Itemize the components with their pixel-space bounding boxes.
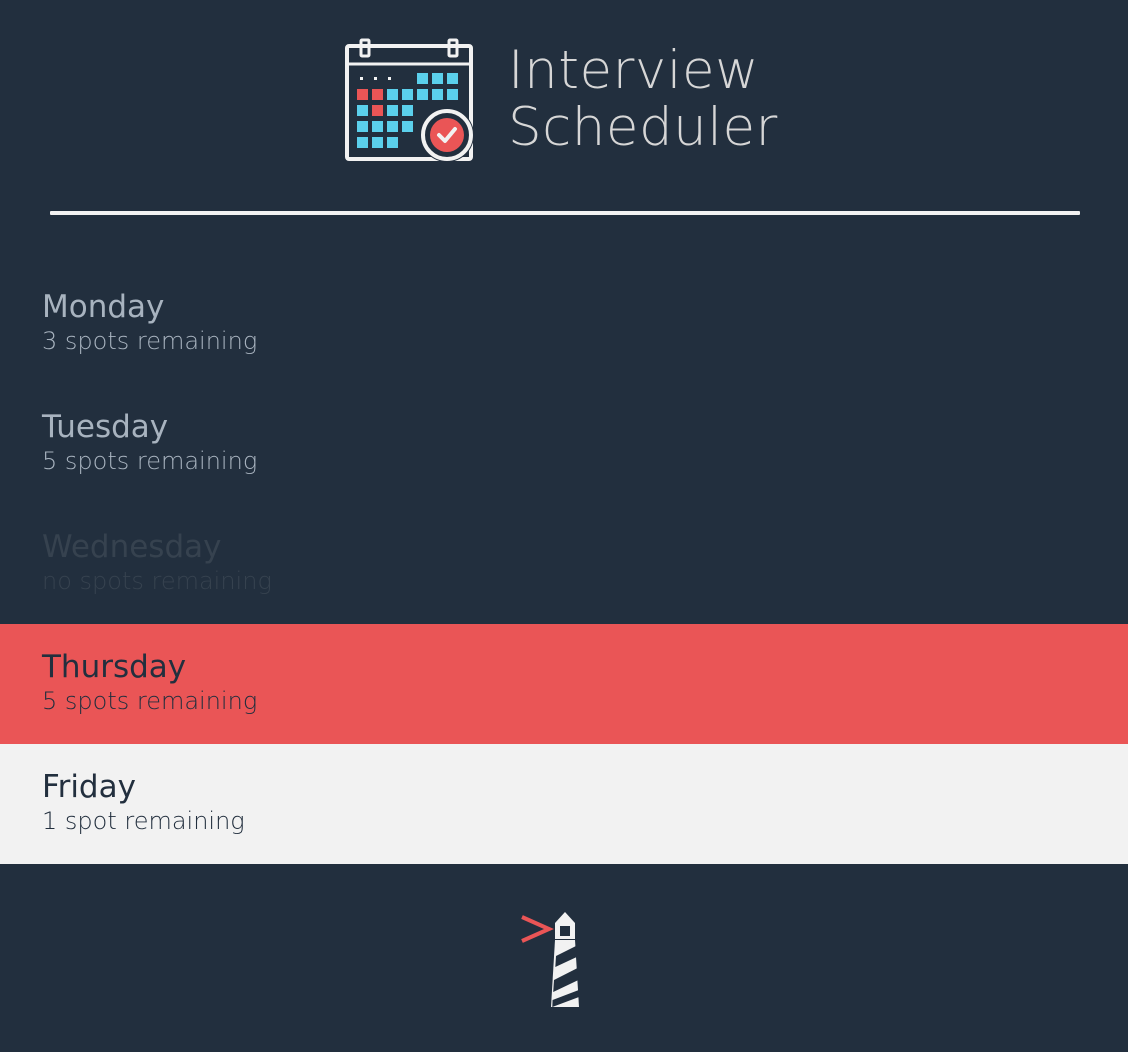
day-spots-remaining: 5 spots remaining [42, 687, 258, 715]
day-item-wednesday[interactable]: Wednesday no spots remaining [0, 504, 1128, 624]
day-item-monday[interactable]: Monday 3 spots remaining [0, 264, 1128, 384]
app-title-line-2: Scheduler [508, 97, 778, 158]
calendar-check-icon [345, 38, 474, 162]
day-spots-remaining: 1 spot remaining [42, 807, 245, 835]
day-item-friday[interactable]: Friday 1 spot remaining [0, 744, 1128, 864]
day-name: Monday [42, 289, 165, 325]
day-item-thursday[interactable]: Thursday 5 spots remaining [0, 624, 1128, 744]
day-name: Thursday [42, 649, 187, 685]
day-list: Monday 3 spots remaining Tuesday 5 spots… [0, 264, 1128, 864]
app-title-line-1: Interview [508, 40, 759, 101]
day-name: Wednesday [42, 529, 222, 565]
header-divider [50, 211, 1080, 215]
app-header: Interview Scheduler [0, 0, 1128, 200]
lighthouse-icon [521, 912, 579, 1007]
day-name: Friday [42, 769, 136, 805]
day-item-tuesday[interactable]: Tuesday 5 spots remaining [0, 384, 1128, 504]
day-spots-remaining: 5 spots remaining [42, 447, 258, 475]
day-spots-remaining: no spots remaining [42, 567, 272, 595]
app-title: Interview Scheduler [508, 42, 778, 156]
day-spots-remaining: 3 spots remaining [42, 327, 258, 355]
day-name: Tuesday [42, 409, 169, 445]
